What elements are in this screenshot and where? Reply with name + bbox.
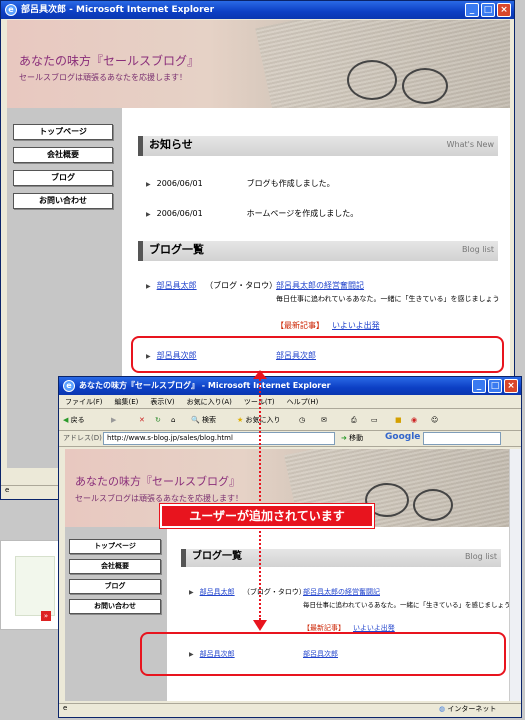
news-header-en: What's New <box>446 140 494 149</box>
front-status-bar: e ◍ インターネット <box>59 703 521 717</box>
search-button[interactable]: 🔍 検索 <box>191 413 216 427</box>
blog-row: ▶ 部呂具太郎 （ブログ・タロウ） <box>146 281 278 290</box>
messenger-icon[interactable]: ☺ <box>431 413 438 427</box>
vertical-scrollbar[interactable] <box>509 449 521 701</box>
menu-view[interactable]: 表示(V) <box>150 395 174 408</box>
nav-blog[interactable]: ブログ <box>13 170 113 186</box>
back-banner-title: あなたの味方『セールスブログ』 <box>19 54 200 68</box>
nav-contact[interactable]: お問い合わせ <box>69 599 161 614</box>
news-item: ▶ 2006/06/01 ブログも作成しました。 <box>146 179 335 188</box>
ie-icon: e <box>63 380 75 392</box>
back-banner: あなたの味方『セールスブログ』 セールスブログは頑張るあなたを応援します！ <box>7 20 510 108</box>
internet-zone: ◍ インターネット <box>439 705 497 713</box>
history-icon[interactable]: ◷ <box>299 413 305 427</box>
blog-list-header-en: Blog list <box>465 552 497 561</box>
home-icon[interactable]: ⌂ <box>171 413 175 427</box>
blog-desc: 毎日仕事に追われているあなた。一緒に「生きている」を感じましょう <box>276 295 500 303</box>
minimize-button[interactable]: _ <box>465 3 479 17</box>
ie-icon: e <box>5 4 17 16</box>
address-bar: アドレス(D) http://www.s-blog.jp/sales/blog.… <box>59 431 521 447</box>
latest-article: 【最新記事】 いよいよ出発 <box>276 321 380 330</box>
user-link[interactable]: 部呂具太郎 <box>157 281 197 290</box>
menu-bar: ファイル(F) 編集(E) 表示(V) お気に入り(A) ツール(T) ヘルプ(… <box>59 395 521 409</box>
news-header: お知らせ What's New <box>138 136 498 156</box>
maximize-button[interactable]: □ <box>488 379 502 393</box>
nav-company[interactable]: 会社概要 <box>13 147 113 163</box>
blog-title-link[interactable]: 部呂具太郎の経営奮闘記 <box>303 587 380 597</box>
nav-contact[interactable]: お問い合わせ <box>13 193 113 209</box>
stop-icon[interactable]: ✕ <box>139 413 145 427</box>
front-banner-subtitle: セールスブログは頑張るあなたを応援します！ <box>75 494 243 503</box>
menu-file[interactable]: ファイル(F) <box>65 395 103 408</box>
callout-label: ユーザーが追加されています <box>160 504 374 528</box>
nav-top-page[interactable]: トップページ <box>69 539 161 554</box>
close-button[interactable]: × <box>497 3 511 17</box>
back-banner-subtitle: セールスブログは頑張るあなたを応援します！ <box>19 73 187 82</box>
address-input[interactable]: http://www.s-blog.jp/sales/blog.html <box>103 432 335 445</box>
close-button[interactable]: × <box>504 379 518 393</box>
nav-top-page[interactable]: トップページ <box>13 124 113 140</box>
blog-list-header: ブログ一覧 Blog list <box>138 241 498 261</box>
google-toolbar-label: Google <box>385 432 421 442</box>
back-highlight-box <box>131 336 504 373</box>
forward-button[interactable]: ▶ <box>111 413 116 427</box>
research-icon[interactable]: ◉ <box>411 413 417 427</box>
refresh-icon[interactable]: ↻ <box>155 413 161 427</box>
glasses-image <box>347 60 397 100</box>
menu-edit[interactable]: 編集(E) <box>115 395 139 408</box>
google-search-input[interactable] <box>423 432 501 445</box>
minimize-button[interactable]: _ <box>472 379 486 393</box>
toolbar: ◀ 戻る ▶ ✕ ↻ ⌂ 🔍 検索 ★ お気に入り ◷ ✉ ⎙ ▭ ■ ◉ ☺ <box>59 409 521 431</box>
front-highlight-box <box>140 632 506 676</box>
arrow-down-icon <box>253 620 267 631</box>
front-title-bar: e あなたの味方『セールスブログ』 - Microsoft Internet E… <box>59 377 521 395</box>
edit-icon[interactable]: ▭ <box>371 413 378 427</box>
back-title-bar: e 部呂具次郎 - Microsoft Internet Explorer _ □… <box>1 1 514 19</box>
blog-row: ▶ 部呂具太郎 （ブログ・タロウ） <box>189 588 306 596</box>
back-button[interactable]: ◀ 戻る <box>63 413 85 427</box>
address-label: アドレス(D) <box>63 434 102 442</box>
go-button[interactable]: ➜ 移動 <box>341 433 363 443</box>
blog-list-header: ブログ一覧 Blog list <box>181 549 501 567</box>
blog-title-link[interactable]: 部呂具太郎の経営奮闘記 <box>276 280 364 291</box>
blog-desc: 毎日仕事に追われているあなた。一緒に「生きている」を感じましょう <box>303 601 511 609</box>
front-window-title: あなたの味方『セールスブログ』 - Microsoft Internet Exp… <box>79 381 331 390</box>
connector-line <box>259 376 261 620</box>
background-window-fragment: » <box>0 540 60 630</box>
mail-icon[interactable]: ✉ <box>321 413 327 427</box>
folder-icon[interactable]: ■ <box>395 413 402 427</box>
front-banner-title: あなたの味方『セールスブログ』 <box>75 475 240 488</box>
user-link[interactable]: 部呂具太郎 <box>200 588 235 596</box>
arrow-up-icon <box>253 370 267 379</box>
blog-list-header-en: Blog list <box>462 245 494 254</box>
maximize-button[interactable]: □ <box>481 3 495 17</box>
page-status-icon: e <box>63 704 68 712</box>
back-window-title: 部呂具次郎 - Microsoft Internet Explorer <box>21 5 215 15</box>
news-item: ▶ 2006/06/01 ホームページを作成しました。 <box>146 209 359 218</box>
print-icon[interactable]: ⎙ <box>351 413 357 427</box>
menu-help[interactable]: ヘルプ(H) <box>287 395 319 408</box>
nav-blog[interactable]: ブログ <box>69 579 161 594</box>
nav-company[interactable]: 会社概要 <box>69 559 161 574</box>
menu-favorites[interactable]: お気に入り(A) <box>187 395 232 408</box>
